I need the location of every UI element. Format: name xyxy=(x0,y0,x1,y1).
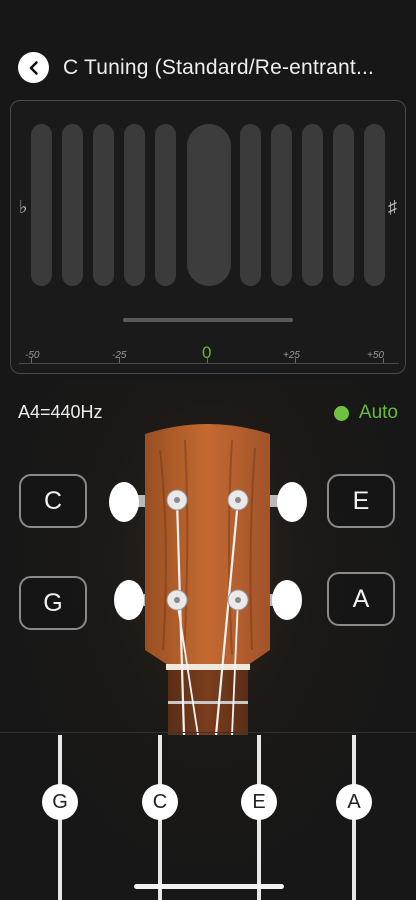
tuner-bar xyxy=(333,124,354,286)
string-select-e[interactable]: E xyxy=(241,784,277,820)
fretboard xyxy=(168,665,248,735)
peg-button-c[interactable]: C xyxy=(19,474,87,528)
tuner-knob-e xyxy=(277,482,307,522)
needle-track xyxy=(123,318,293,322)
scale-label-minus25: -25 xyxy=(112,350,127,361)
tuner-knob-c xyxy=(109,482,139,522)
tuner-bar xyxy=(124,124,145,286)
tuner-bar xyxy=(271,124,292,286)
string-select-g[interactable]: G xyxy=(42,784,78,820)
nut xyxy=(166,664,250,670)
scale-label-zero: 0 xyxy=(202,343,212,362)
scale-label-plus50: +50 xyxy=(367,350,384,361)
page-title: C Tuning (Standard/Re-entrant... xyxy=(63,56,375,79)
sharp-icon: ♯ xyxy=(388,197,397,217)
tuner-bar xyxy=(155,124,176,286)
scale-line xyxy=(19,363,399,364)
tuner-bar xyxy=(240,124,261,286)
tuner-bar xyxy=(93,124,114,286)
string-select-c[interactable]: C xyxy=(142,784,178,820)
chevron-left-icon xyxy=(29,60,38,75)
tuner-bar-center xyxy=(187,124,231,286)
tuner-bar xyxy=(302,124,323,286)
tuner-knob-g xyxy=(114,580,144,620)
cents-scale: -50 -25 0 +25 +50 xyxy=(11,341,407,375)
flat-icon: ♭ xyxy=(19,197,28,217)
tuner-knob-a xyxy=(272,580,302,620)
header: C Tuning (Standard/Re-entrant... xyxy=(0,48,416,88)
fret xyxy=(168,701,248,704)
string-select-a[interactable]: A xyxy=(336,784,372,820)
tuner-bar xyxy=(364,124,385,286)
back-button[interactable] xyxy=(18,52,49,83)
divider xyxy=(0,732,416,733)
peg-button-a[interactable]: A xyxy=(327,572,395,626)
scale-label-minus50: -50 xyxy=(25,350,40,361)
tuner-display: ♭ ♯ -50 -25 0 +25 +50 xyxy=(10,100,406,374)
home-indicator[interactable] xyxy=(134,884,284,889)
scale-label-plus25: +25 xyxy=(283,350,300,361)
tuner-bars xyxy=(31,124,389,286)
peg-button-g[interactable]: G xyxy=(19,576,87,630)
status-dot-icon xyxy=(333,405,349,421)
tuner-bar xyxy=(31,124,52,286)
peg-button-e[interactable]: E xyxy=(327,474,395,528)
tuner-bar xyxy=(62,124,83,286)
